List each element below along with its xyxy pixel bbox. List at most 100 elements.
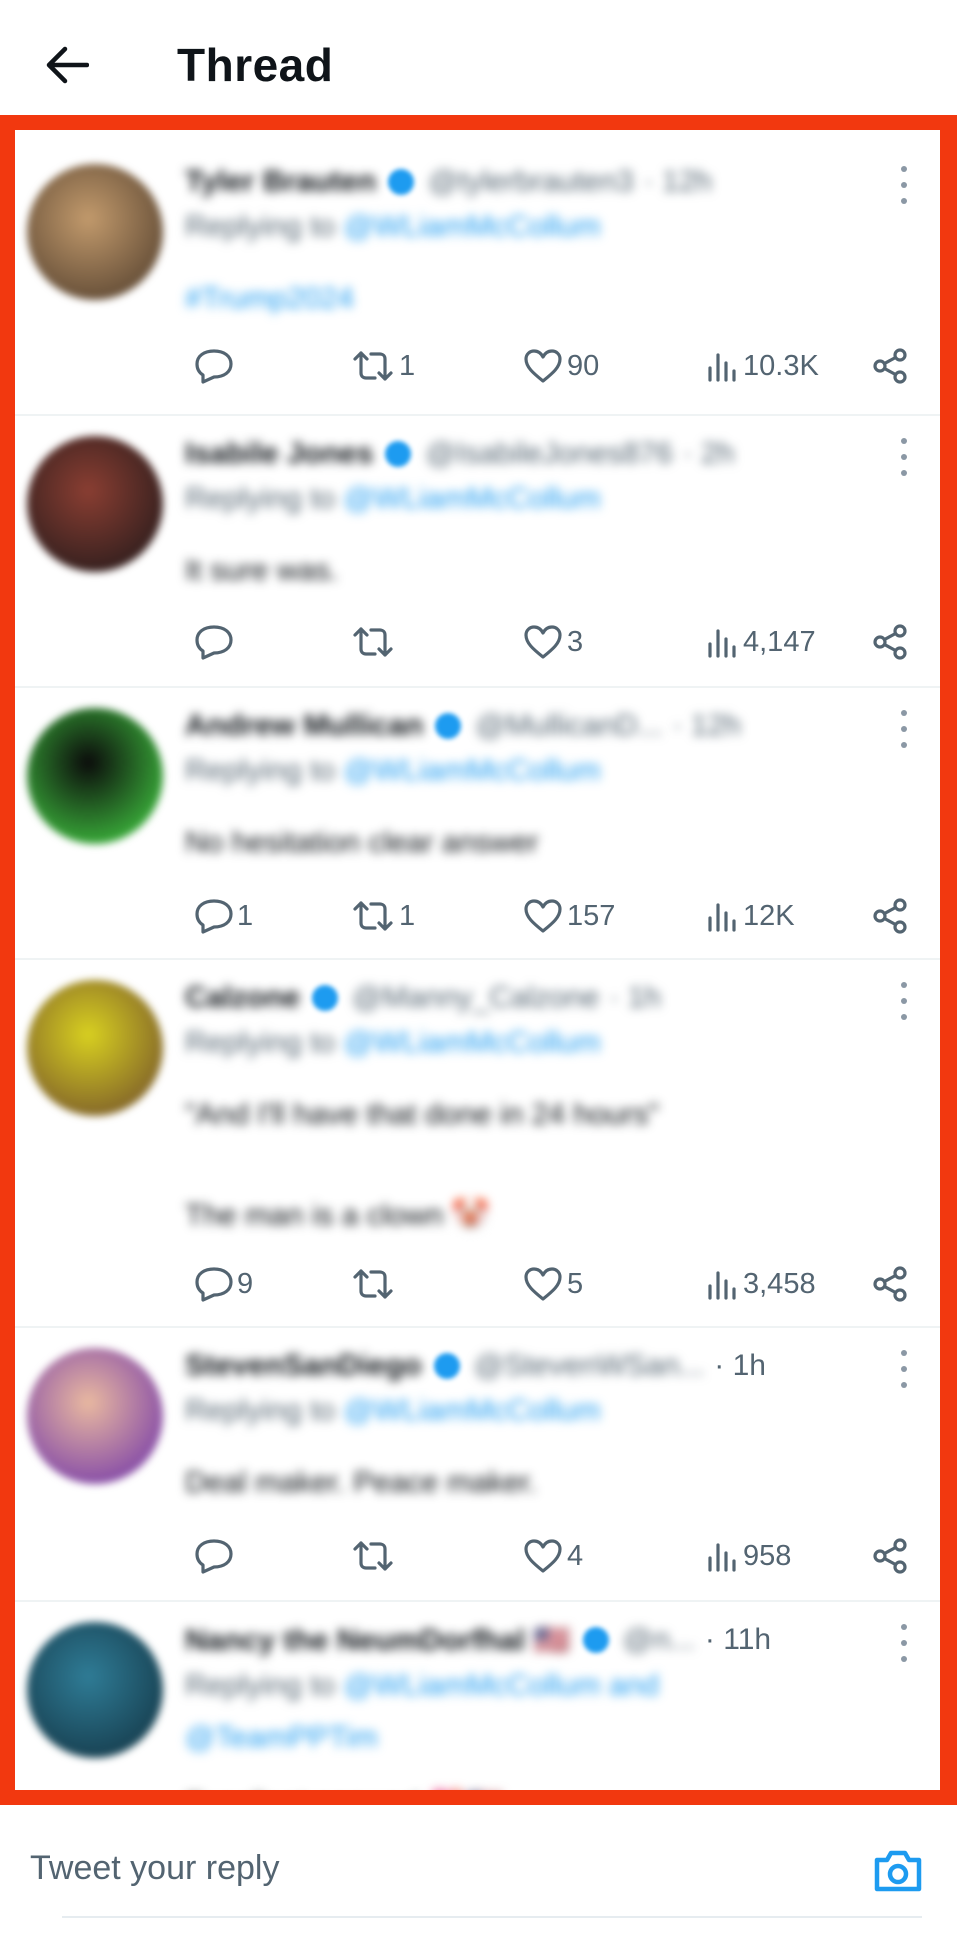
- timestamp[interactable]: · 1h: [714, 1349, 766, 1383]
- share-icon: [873, 1266, 907, 1302]
- more-options-button[interactable]: [894, 1624, 914, 1662]
- reply-button[interactable]: 9: [195, 1260, 253, 1308]
- like-button[interactable]: 157: [523, 892, 615, 940]
- author-handle[interactable]: @n...: [623, 1623, 695, 1657]
- reply-input[interactable]: [30, 1820, 870, 1916]
- replying-to-label: Replying to: [185, 1669, 336, 1702]
- author-name[interactable]: StevenSanDiego: [185, 1349, 422, 1383]
- tweet-text: Excellent answer! 💖🇺🇸: [185, 1788, 503, 1790]
- share-icon: [873, 1538, 907, 1574]
- more-dot: [901, 1014, 907, 1020]
- header-bar: Thread: [0, 0, 957, 118]
- replying-to-handle[interactable]: @WLiamMcCollum: [343, 210, 600, 243]
- timestamp[interactable]: · 11h: [705, 1623, 771, 1657]
- retweet-button[interactable]: 1: [351, 342, 415, 390]
- replying-to-handle[interactable]: @WLiamMcCollum: [343, 1026, 600, 1059]
- reply-button[interactable]: [195, 342, 237, 390]
- like-button[interactable]: 90: [523, 342, 599, 390]
- timestamp[interactable]: · 1h: [609, 981, 661, 1015]
- like-count: 5: [567, 1267, 584, 1300]
- author-name[interactable]: Andrew Mullican: [185, 709, 423, 743]
- replying-to: Replying to @WLiamMcCollum: [185, 482, 601, 516]
- tweet-reply[interactable]: Andrew Mullican @MullicanD... · 12h Replyin…: [15, 688, 940, 960]
- more-vertical-icon: [901, 710, 907, 716]
- more-options-button[interactable]: [894, 1350, 914, 1388]
- replying-to-handle[interactable]: @WLiamMcCollum: [343, 754, 600, 787]
- avatar[interactable]: [27, 708, 163, 844]
- retweet-button[interactable]: [351, 1260, 399, 1308]
- author-handle[interactable]: @IsabileJones876: [425, 437, 672, 471]
- arrow-left-icon: [46, 46, 89, 84]
- replying-to: Replying to @WLiamMcCollum: [185, 210, 601, 244]
- reply-button[interactable]: [195, 1532, 237, 1580]
- more-dot: [901, 998, 907, 1004]
- retweet-count: 1: [399, 349, 416, 382]
- highlighted-replies-region: Tyler Brauten @tylerbrauten3 · 12h Replying…: [0, 115, 957, 1805]
- avatar[interactable]: [27, 436, 163, 572]
- author-name[interactable]: Isabile Jones: [185, 437, 373, 471]
- views-button[interactable]: 10.3K: [705, 342, 819, 390]
- avatar[interactable]: [27, 980, 163, 1116]
- tweet-text: "And I'll have that done in 24 hours": [185, 1098, 660, 1131]
- reply-button[interactable]: 1: [195, 892, 253, 940]
- share-button[interactable]: [871, 892, 909, 940]
- share-button[interactable]: [871, 1532, 909, 1580]
- tweet-reply[interactable]: Isabile Jones @IsabileJones876 · 2h Replyin…: [15, 416, 940, 688]
- more-vertical-icon: [901, 1624, 907, 1630]
- more-options-button[interactable]: [894, 982, 914, 1020]
- replying-to-handle[interactable]: @WLiamMcCollum: [343, 482, 600, 515]
- reply-composer: [0, 1820, 957, 1933]
- reply-count: 1: [237, 899, 254, 932]
- share-button[interactable]: [871, 1260, 909, 1308]
- avatar[interactable]: [27, 164, 163, 300]
- author-handle[interactable]: @MullicanD...: [475, 709, 662, 743]
- reply-count: 9: [237, 1267, 254, 1300]
- more-options-button[interactable]: [894, 710, 914, 748]
- author-handle[interactable]: @tylerbrauten3: [428, 165, 634, 199]
- back-button[interactable]: [44, 44, 90, 86]
- avatar[interactable]: [27, 1622, 163, 1758]
- author-name[interactable]: Calzone: [185, 981, 300, 1015]
- like-button[interactable]: 4: [523, 1532, 583, 1580]
- avatar[interactable]: [27, 1348, 163, 1484]
- more-options-button[interactable]: [894, 438, 914, 476]
- author-handle[interactable]: @StevenWSan...: [474, 1349, 705, 1383]
- author-row: Nancy the NeumDorfhal 🇺🇸 @n... · 11h: [185, 1620, 905, 1660]
- tweet-content: Andrew Mullican @MullicanD... · 12h Replyin…: [185, 688, 928, 960]
- views-button[interactable]: 3,458: [705, 1260, 816, 1308]
- views-button[interactable]: 4,147: [705, 618, 816, 666]
- tweet-actions: 3 4,147: [185, 618, 928, 666]
- tweet-reply[interactable]: Calzone @Manny_Calzone · 1h Replying to @WL…: [15, 960, 940, 1328]
- tweet-actions: 1 90 10.3K: [185, 342, 928, 390]
- like-count: 90: [567, 349, 600, 382]
- like-button[interactable]: 3: [523, 618, 583, 666]
- views-button[interactable]: 12K: [705, 892, 795, 940]
- reply-divider: [62, 1916, 922, 1918]
- timestamp[interactable]: · 2h: [683, 437, 735, 471]
- author-name[interactable]: Tyler Brauten: [185, 165, 376, 199]
- author-name[interactable]: Nancy the NeumDorfhal 🇺🇸: [185, 1623, 571, 1658]
- timestamp[interactable]: · 12h: [644, 165, 712, 199]
- share-button[interactable]: [871, 618, 909, 666]
- retweet-button[interactable]: [351, 1532, 399, 1580]
- timestamp[interactable]: · 12h: [673, 709, 741, 743]
- author-handle[interactable]: @Manny_Calzone: [352, 981, 599, 1015]
- tweet-reply[interactable]: Nancy the NeumDorfhal 🇺🇸 @n... · 11h Replyi…: [15, 1602, 940, 1790]
- tweet-text: Deal maker. Peace maker.: [185, 1466, 537, 1499]
- views-button[interactable]: 958: [705, 1532, 791, 1580]
- camera-button[interactable]: [872, 1848, 924, 1894]
- views-bars-icon: [708, 629, 736, 658]
- more-dot: [901, 1640, 907, 1646]
- replying-to-handle[interactable]: @WLiamMcCollum: [343, 1394, 600, 1427]
- replying-to: Replying to @WLiamMcCollum and @TeamPPTi…: [185, 1660, 805, 1764]
- tweet-reply[interactable]: Tyler Brauten @tylerbrauten3 · 12h Replying…: [15, 144, 940, 416]
- tweet-reply[interactable]: StevenSanDiego @StevenWSan... · 1h Replying…: [15, 1328, 940, 1602]
- like-count: 3: [567, 625, 584, 658]
- like-button[interactable]: 5: [523, 1260, 583, 1308]
- reply-button[interactable]: [195, 618, 237, 666]
- more-options-button[interactable]: [894, 166, 914, 204]
- retweet-button[interactable]: [351, 618, 399, 666]
- share-button[interactable]: [871, 342, 909, 390]
- replying-to: Replying to @WLiamMcCollum: [185, 1394, 601, 1428]
- retweet-button[interactable]: 1: [351, 892, 415, 940]
